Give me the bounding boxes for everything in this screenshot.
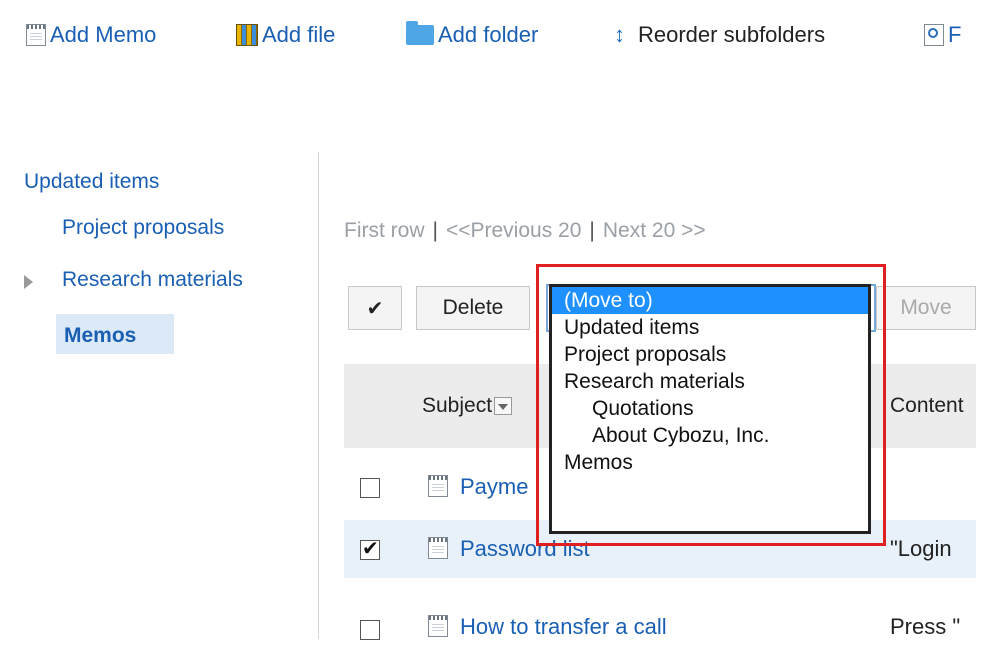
toolbar: Add Memo Add file Add folder ↕ Reorder s… (0, 0, 988, 60)
reorder-subfolders-button[interactable]: ↕ Reorder subfolders (614, 22, 825, 48)
add-file-label: Add file (262, 22, 336, 47)
expand-arrow-icon[interactable] (24, 275, 33, 289)
row-checkbox[interactable] (360, 536, 380, 561)
row-content: "Login (890, 536, 952, 561)
viewport-edge (976, 0, 988, 639)
subject-header: Subject (422, 394, 513, 418)
sidebar-divider (318, 152, 319, 639)
option-move-to[interactable]: (Move to) (552, 287, 868, 314)
sort-dropdown-icon[interactable] (494, 397, 513, 415)
move-button[interactable]: Move (876, 286, 976, 330)
add-file-button[interactable]: Add file (236, 22, 335, 48)
content-header: Content (890, 394, 964, 417)
folder-tree: Updated items Project proposals Research… (0, 150, 318, 639)
tree-item-project-proposals[interactable]: Project proposals (62, 216, 224, 240)
delete-button[interactable]: Delete (416, 286, 530, 330)
check-all-button[interactable]: ✔ (348, 286, 402, 330)
add-folder-label: Add folder (438, 22, 539, 47)
next-link[interactable]: Next 20 >> (603, 219, 706, 242)
pagination: First row | <<Previous 20 | Next 20 >> (344, 219, 706, 243)
tree-item-updated-items[interactable]: Updated items (24, 170, 159, 194)
tree-item-research-materials[interactable]: Research materials (62, 268, 243, 292)
pager-separator: | (432, 219, 438, 242)
move-to-dropdown-list: (Move to) Updated items Project proposal… (549, 284, 871, 534)
memo-icon (428, 537, 448, 559)
folder-icon (406, 21, 434, 45)
reorder-icon: ↕ (614, 22, 625, 47)
pager-separator: | (589, 219, 595, 242)
first-row-link[interactable]: First row (344, 219, 425, 242)
subject-header-label: Subject (422, 394, 493, 417)
find-label: F (948, 22, 962, 47)
option-memos[interactable]: Memos (552, 449, 868, 476)
row-subject-link[interactable]: How to transfer a call (460, 614, 667, 640)
memo-icon (428, 615, 448, 637)
option-quotations[interactable]: Quotations (552, 395, 868, 422)
add-folder-button[interactable]: Add folder (406, 21, 539, 48)
reorder-subfolders-label: Reorder subfolders (638, 22, 826, 47)
file-icon (236, 24, 258, 46)
row-content: Press " (890, 614, 961, 639)
add-memo-button[interactable]: Add Memo (26, 22, 156, 48)
option-research-materials[interactable]: Research materials (552, 368, 868, 395)
option-about-cybozu[interactable]: About Cybozu, Inc. (552, 422, 868, 449)
row-checkbox[interactable] (360, 478, 380, 498)
add-memo-label: Add Memo (50, 22, 157, 47)
row-subject-link[interactable]: Payme (460, 474, 528, 500)
memo-icon (26, 24, 46, 46)
option-project-proposals[interactable]: Project proposals (552, 341, 868, 368)
previous-link[interactable]: <<Previous 20 (446, 219, 581, 242)
find-icon (924, 24, 944, 46)
option-updated-items[interactable]: Updated items (552, 314, 868, 341)
table-row: How to transfer a call Press " (344, 600, 976, 658)
tree-item-memos[interactable]: Memos (56, 314, 174, 354)
tree-item-memos-label: Memos (64, 324, 137, 347)
memo-icon (428, 475, 448, 497)
row-checkbox[interactable] (360, 620, 380, 640)
find-button[interactable]: F (924, 22, 961, 48)
